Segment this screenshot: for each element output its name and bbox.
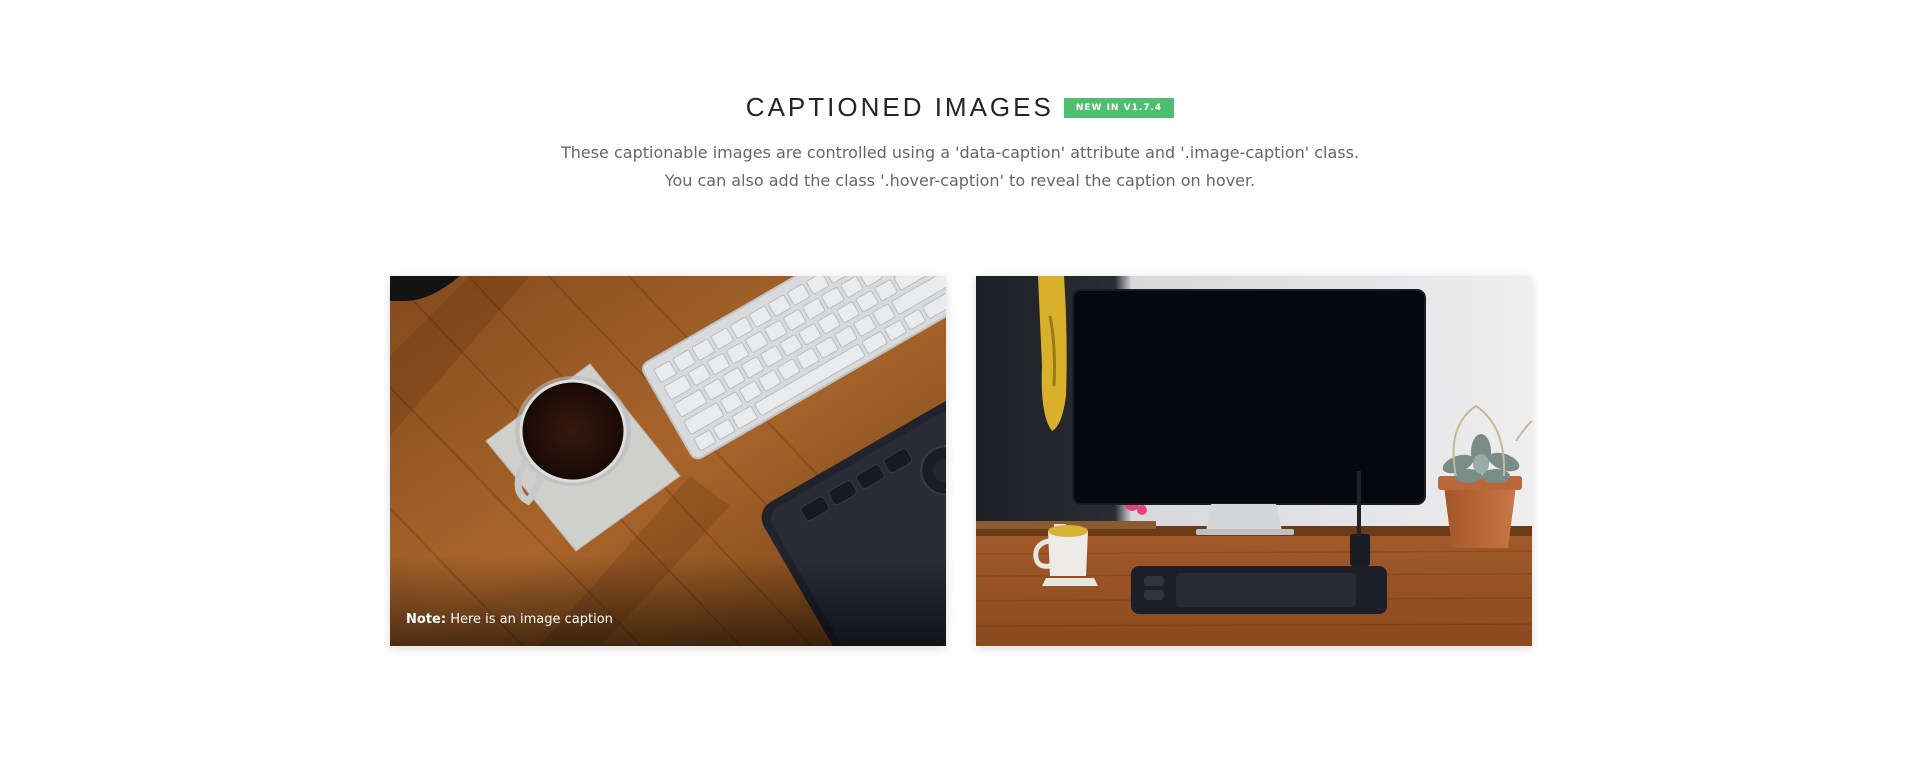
title-row: CAPTIONED IMAGES NEW IN V1.7.4 bbox=[0, 92, 1920, 123]
caption-label: Note: bbox=[406, 612, 447, 627]
image-caption: Note: Here is an image caption bbox=[390, 556, 946, 646]
captioned-image-desk-monitor[interactable] bbox=[976, 276, 1532, 646]
description-line-2: You can also add the class '.hover-capti… bbox=[664, 171, 1256, 190]
section-title: CAPTIONED IMAGES bbox=[745, 92, 1054, 122]
caption-text: Note: Here is an image caption bbox=[406, 612, 613, 627]
section-description: These captionable images are controlled … bbox=[0, 139, 1920, 195]
section-header: CAPTIONED IMAGES NEW IN V1.7.4 These cap… bbox=[0, 92, 1920, 195]
desk-monitor-photo bbox=[976, 276, 1532, 646]
version-badge: NEW IN V1.7.4 bbox=[1063, 97, 1175, 118]
caption-body: Here is an image caption bbox=[450, 612, 613, 627]
captioned-image-desk-coffee[interactable]: Note: Here is an image caption bbox=[390, 276, 946, 646]
description-line-1: These captionable images are controlled … bbox=[560, 143, 1360, 162]
image-gallery: Note: Here is an image caption bbox=[390, 276, 1532, 646]
